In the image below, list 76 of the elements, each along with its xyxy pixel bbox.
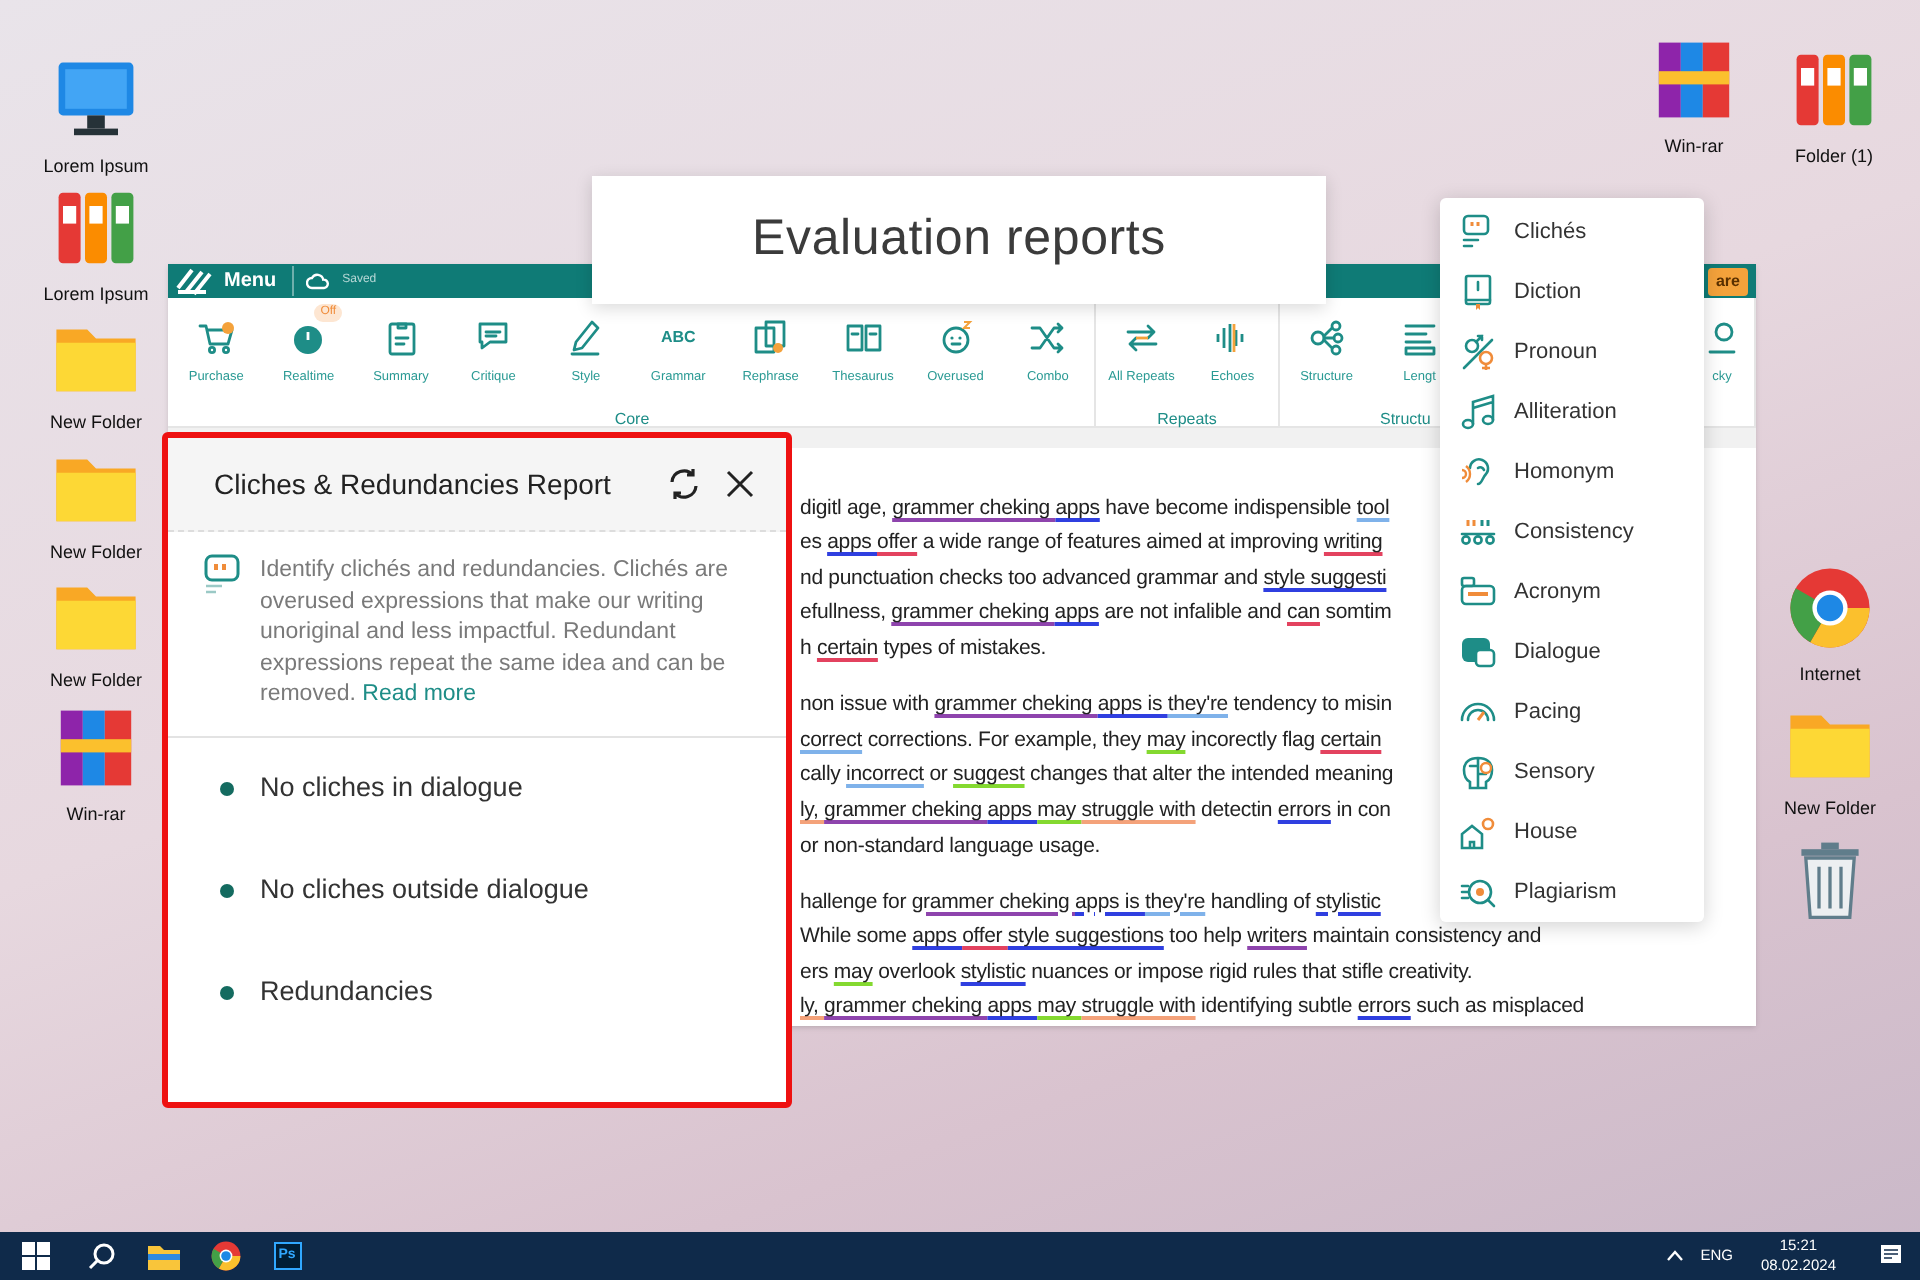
browser-icon — [209, 1240, 241, 1272]
desktop-icon-label[interactable]: Win-rar — [1664, 136, 1724, 156]
close-button[interactable] — [726, 470, 754, 498]
callout-title: Evaluation reports — [752, 208, 1166, 271]
document-text-line: efullness, grammer cheking apps are not infalible and can somtim — [800, 598, 1392, 629]
quotes-and-dots-icon — [1460, 514, 1496, 550]
document-text-line: ers may overlook stylistic nuances or impose rigid rules that stifle creativity. — [800, 957, 1473, 988]
document-text-line: digitl age, grammer cheking apps have become indispensible tool — [800, 493, 1390, 524]
desktop-icon-label[interactable]: New Folder — [49, 412, 142, 432]
share-button[interactable]: are — [1707, 267, 1748, 296]
menu-item[interactable]: Clichés — [1440, 202, 1704, 262]
desktop-icon-label[interactable]: New Folder — [1783, 798, 1876, 818]
menu-item[interactable]: Sensory — [1440, 742, 1704, 802]
book-icon — [1460, 274, 1496, 310]
menu-item[interactable]: Pacing — [1440, 682, 1704, 742]
report-item[interactable]: Redundancies — [260, 971, 433, 1013]
menu-item[interactable]: Acronym — [1440, 562, 1704, 622]
search-icon — [88, 1242, 116, 1270]
document-text-line: h certain types of mistakes. — [800, 634, 1047, 665]
report-item[interactable]: No cliches outside dialogue — [260, 869, 589, 911]
notifications-button[interactable] — [1880, 1244, 1904, 1268]
document-text-line: cally incorrect or suggest changes that alter the intended meaning — [800, 760, 1394, 791]
document-text-line: hallenge for grammer cheking apps is they're handling of stylistic — [800, 887, 1381, 918]
refresh-icon — [666, 466, 702, 502]
menu-item[interactable]: Homonym — [1440, 442, 1704, 502]
desktop-icon-label[interactable]: Win-rar — [66, 804, 126, 824]
report-item[interactable]: No cliches in dialogue — [260, 767, 523, 809]
refresh-button[interactable] — [666, 466, 702, 502]
desktop-icon-label[interactable]: Folder (1) — [1794, 146, 1873, 166]
notification-icon — [1880, 1244, 1904, 1268]
menu-item[interactable]: House — [1440, 802, 1704, 862]
brain-icon — [1460, 754, 1496, 790]
cloud-icon — [306, 271, 331, 292]
desktop-icon-label[interactable]: Lorem Ipsum — [43, 156, 149, 176]
tray-expand-button[interactable] — [1666, 1250, 1685, 1262]
group-label: Repeats — [1157, 407, 1217, 432]
document-text-line: nd punctuation checks too advanced grammar and style suggesti — [800, 563, 1387, 594]
menu-item[interactable]: Consistency — [1440, 502, 1704, 562]
magnifier-icon — [1460, 874, 1496, 910]
chat-bubble-icon — [1460, 634, 1496, 670]
document-text-line: or non-standard language usage. — [800, 831, 1101, 862]
music-note-icon — [1460, 394, 1496, 430]
desktop-icon-label[interactable]: Lorem Ipsum — [43, 284, 149, 304]
document-text-line: es apps offer a wide range of features aimed at improving writing — [800, 528, 1383, 559]
menu-item[interactable]: Diction — [1440, 262, 1704, 322]
browser-icon — [1786, 564, 1874, 652]
grammar-icon-text: ABC — [660, 326, 696, 351]
folder-icon — [147, 1242, 179, 1270]
house-gear-icon — [1460, 814, 1496, 850]
close-icon — [726, 470, 754, 498]
chevron-up-icon — [1666, 1250, 1685, 1262]
cart-icon — [196, 318, 237, 359]
report-description: Identify clichés and redundancies. Clichés are overused expressions that make our writing unoriginal and less impactful. Redundant expressions repeat the same idea and can be removed. Read more — [260, 556, 730, 710]
desktop-icon-label[interactable]: New Folder — [49, 542, 142, 562]
desktop-icon-label[interactable]: Internet — [1799, 664, 1861, 684]
group-label: Structu — [1380, 407, 1431, 432]
nodes-icon — [1306, 318, 1347, 359]
document-text-line: ly, grammer cheking apps may struggle with detectin errors in con — [800, 795, 1391, 826]
gender-symbols-icon — [1460, 334, 1496, 370]
windows-logo-icon — [22, 1242, 50, 1270]
menu-item[interactable]: Pronoun — [1440, 322, 1704, 382]
menu-item[interactable]: Dialogue — [1440, 622, 1704, 682]
document-text-line: non issue with grammer cheking apps is they're tendency to misin — [800, 690, 1392, 721]
menu-button[interactable]: Menu — [224, 266, 295, 297]
document-text-line: While some apps offer style suggestions too help writers maintain consistency and — [800, 922, 1542, 953]
read-more-link[interactable]: Read more — [362, 682, 477, 706]
documents-icon — [750, 318, 791, 359]
group-label: Core — [614, 407, 650, 432]
shuffle-icon — [1027, 318, 1068, 359]
quote-bubble-icon — [204, 554, 240, 598]
panel-title: Cliches & Redundancies Report — [214, 465, 613, 504]
desktop-icon-label[interactable]: New Folder — [49, 670, 142, 690]
document-text-line: ly, grammer cheking apps may struggle with identifying subtle errors such as misplaced — [800, 992, 1584, 1023]
document-text-line: correct corrections. For example, they may incorectly flag certain — [800, 725, 1382, 756]
menu-item[interactable]: Alliteration — [1440, 382, 1704, 442]
menu-item[interactable]: Plagiarism — [1440, 862, 1704, 922]
